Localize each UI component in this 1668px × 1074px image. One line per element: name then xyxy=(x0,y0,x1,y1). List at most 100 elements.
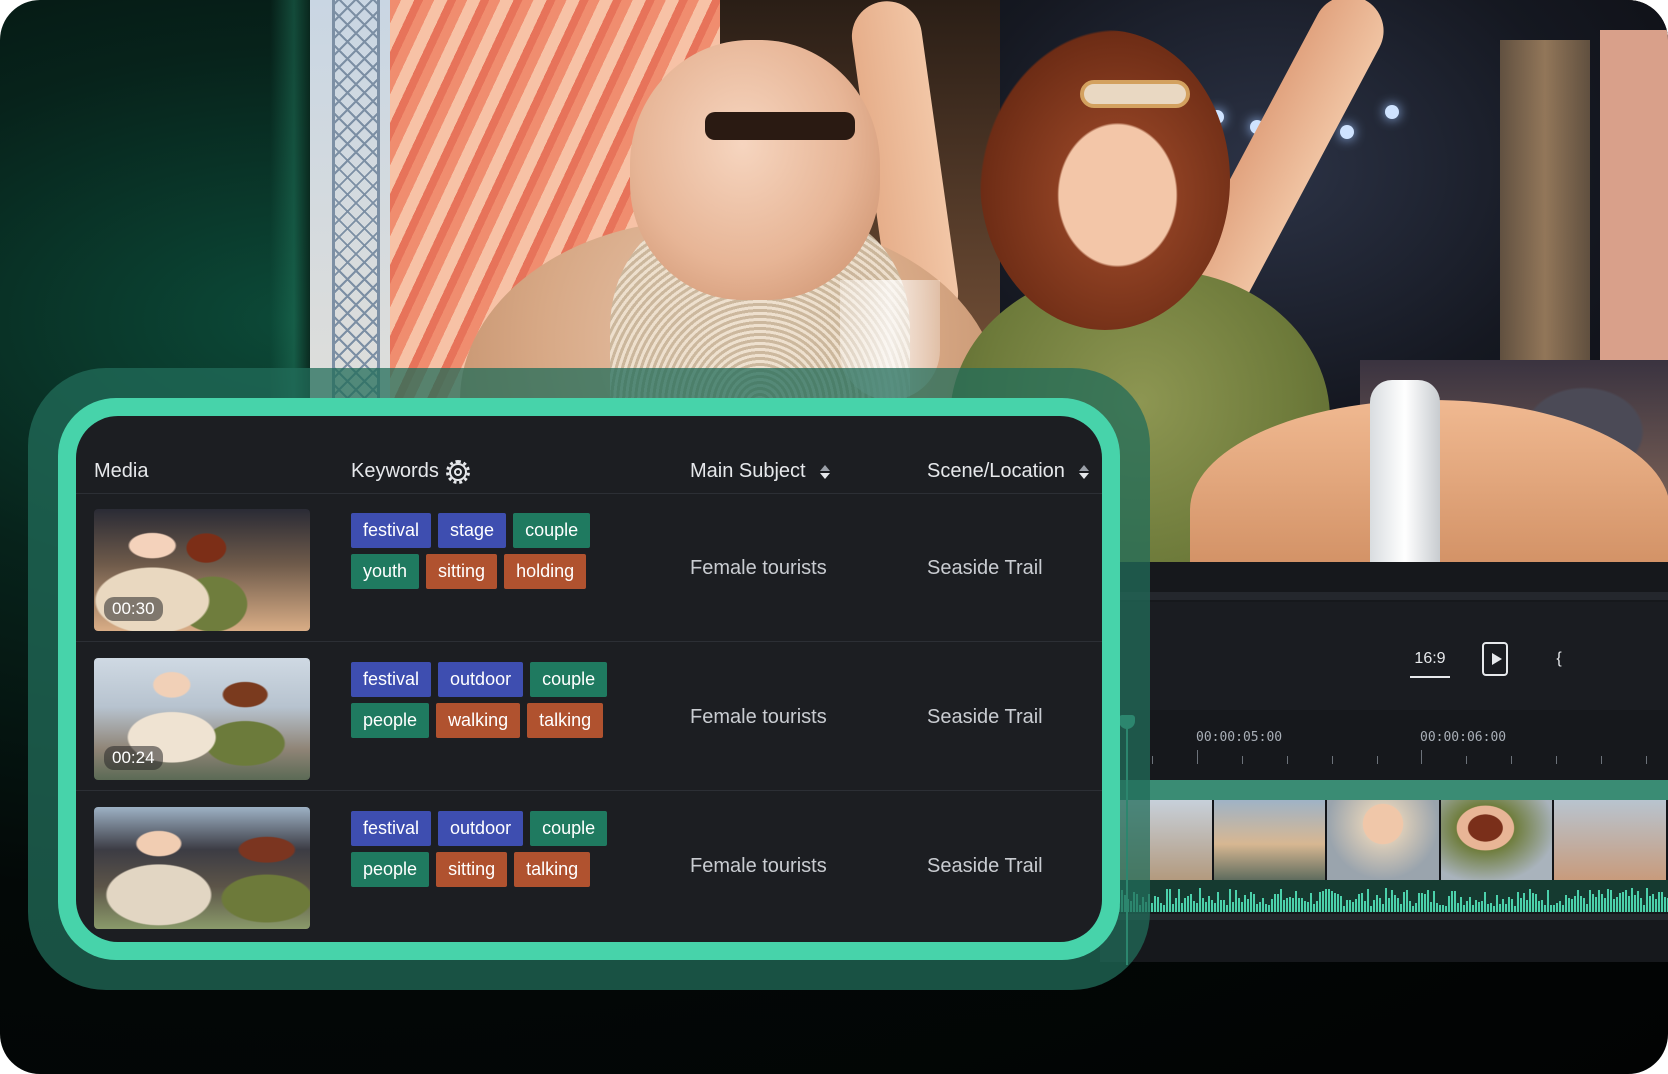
column-header-label: Keywords xyxy=(351,460,439,482)
waveform-bar xyxy=(1181,903,1183,912)
waveform-bar xyxy=(1256,904,1258,912)
play-icon[interactable] xyxy=(1482,642,1508,676)
clip-frame xyxy=(1440,800,1555,880)
waveform-bar xyxy=(1394,895,1396,912)
waveform-bar xyxy=(1220,900,1222,912)
waveform-bar xyxy=(1376,895,1378,912)
stage-light xyxy=(1385,105,1399,119)
keyword-tag[interactable]: sitting xyxy=(426,554,498,589)
waveform-bar xyxy=(1268,905,1270,912)
waveform-bar xyxy=(1166,889,1168,912)
ruler-tick xyxy=(1511,756,1512,764)
waveform-bar xyxy=(1229,889,1231,912)
waveform-bar xyxy=(1556,903,1558,912)
clip-frame xyxy=(1213,800,1328,880)
keyword-tag[interactable]: festival xyxy=(351,811,432,846)
waveform-bar xyxy=(1211,900,1213,912)
keyword-tag[interactable]: outdoor xyxy=(438,811,524,846)
keyword-tag[interactable]: walking xyxy=(436,703,521,738)
keyword-tag[interactable]: couple xyxy=(513,513,591,548)
keyword-tag[interactable]: festival xyxy=(351,513,432,548)
waveform-bar xyxy=(1514,906,1516,912)
keyword-tag[interactable]: couple xyxy=(530,811,608,846)
waveform-bar xyxy=(1169,889,1171,912)
waveform-bar xyxy=(1283,900,1285,912)
aspect-ratio-button[interactable]: 16:9 xyxy=(1410,642,1450,678)
ruler-tick xyxy=(1287,756,1288,764)
waveform-bar xyxy=(1298,898,1300,912)
waveform-bar xyxy=(1475,900,1477,912)
column-header-main-subject[interactable]: Main Subject xyxy=(690,460,830,483)
waveform-bar xyxy=(1451,891,1453,912)
media-thumbnail[interactable]: 00:24 xyxy=(94,658,310,780)
column-header-media: Media xyxy=(94,460,148,483)
waveform-bar xyxy=(1196,903,1198,912)
table-row[interactable]: festival outdoor couple people sitting t… xyxy=(76,791,1102,940)
column-header-scene-location[interactable]: Scene/Location xyxy=(927,460,1089,483)
keyword-tag[interactable]: holding xyxy=(504,554,587,589)
video-clip[interactable] xyxy=(1100,800,1668,880)
keyword-tag[interactable]: youth xyxy=(351,554,420,589)
sort-icon[interactable] xyxy=(819,464,830,479)
waveform-bar xyxy=(1331,891,1333,912)
timeline-ruler[interactable]: 00:00:05:00 00:00:06:00 xyxy=(1100,712,1668,768)
track-divider xyxy=(1100,914,1668,920)
waveform-bar xyxy=(1661,892,1663,912)
waveform-bar xyxy=(1178,889,1180,912)
keyword-tag[interactable]: sitting xyxy=(436,852,508,887)
waveform-bar xyxy=(1574,896,1576,912)
background-glow xyxy=(270,0,310,430)
ruler-tick xyxy=(1556,756,1557,764)
waveform-bar xyxy=(1307,902,1309,912)
waveform-bar xyxy=(1295,891,1297,912)
media-thumbnail[interactable]: 00:30 xyxy=(94,509,310,631)
waveform-bar xyxy=(1232,902,1234,912)
media-thumbnail[interactable] xyxy=(94,807,310,929)
keyword-tag[interactable]: stage xyxy=(438,513,507,548)
waveform-bar xyxy=(1367,889,1369,912)
keyword-tag[interactable]: couple xyxy=(530,662,608,697)
waveform-bar xyxy=(1628,896,1630,912)
waveform-bar xyxy=(1592,894,1594,912)
waveform-bar xyxy=(1235,890,1237,912)
table-row[interactable]: 00:30 festival stage couple youth sittin… xyxy=(76,493,1102,642)
keyword-tag[interactable]: outdoor xyxy=(438,662,524,697)
waveform-bar xyxy=(1217,892,1219,912)
waveform-bar xyxy=(1649,896,1651,912)
waveform-bar xyxy=(1484,892,1486,912)
keyword-tag[interactable]: people xyxy=(351,703,430,738)
waveform-bar xyxy=(1205,902,1207,912)
waveform-bar xyxy=(1274,894,1276,912)
waveform-bar xyxy=(1511,899,1513,912)
waveform-bar xyxy=(1151,903,1153,912)
ruler-tick xyxy=(1466,756,1467,764)
clip-frame xyxy=(1554,800,1668,880)
keyword-tag[interactable]: people xyxy=(351,852,430,887)
keyword-tag[interactable]: talking xyxy=(514,852,591,887)
keyword-tag[interactable]: talking xyxy=(527,703,604,738)
waveform-bar xyxy=(1586,904,1588,912)
preview-woman-head xyxy=(980,30,1230,330)
table-row[interactable]: 00:24 festival outdoor couple people wal… xyxy=(76,642,1102,791)
brace-icon[interactable]: { xyxy=(1552,642,1566,676)
waveform-bar xyxy=(1517,892,1519,912)
timecode-label: 00:00:05:00 xyxy=(1196,730,1283,745)
waveform-bar xyxy=(1172,904,1174,912)
ruler-tick xyxy=(1377,756,1378,764)
editor-toolbar xyxy=(1100,602,1668,710)
waveform-bar xyxy=(1526,900,1528,912)
preview-man-head xyxy=(630,40,880,300)
waveform-bar xyxy=(1598,890,1600,912)
sort-icon[interactable] xyxy=(1078,464,1089,479)
waveform-bar xyxy=(1304,901,1306,912)
waveform-bar xyxy=(1157,897,1159,912)
gear-icon[interactable] xyxy=(445,459,470,484)
waveform-bar xyxy=(1340,896,1342,912)
waveform-bar xyxy=(1190,894,1192,912)
keyword-tag[interactable]: festival xyxy=(351,662,432,697)
waveform-bar xyxy=(1310,893,1312,912)
waveform-bar xyxy=(1226,905,1228,912)
scene-location-cell: Seaside Trail xyxy=(927,557,1043,579)
waveform-bar xyxy=(1193,901,1195,912)
audio-waveform[interactable] xyxy=(1100,880,1668,912)
